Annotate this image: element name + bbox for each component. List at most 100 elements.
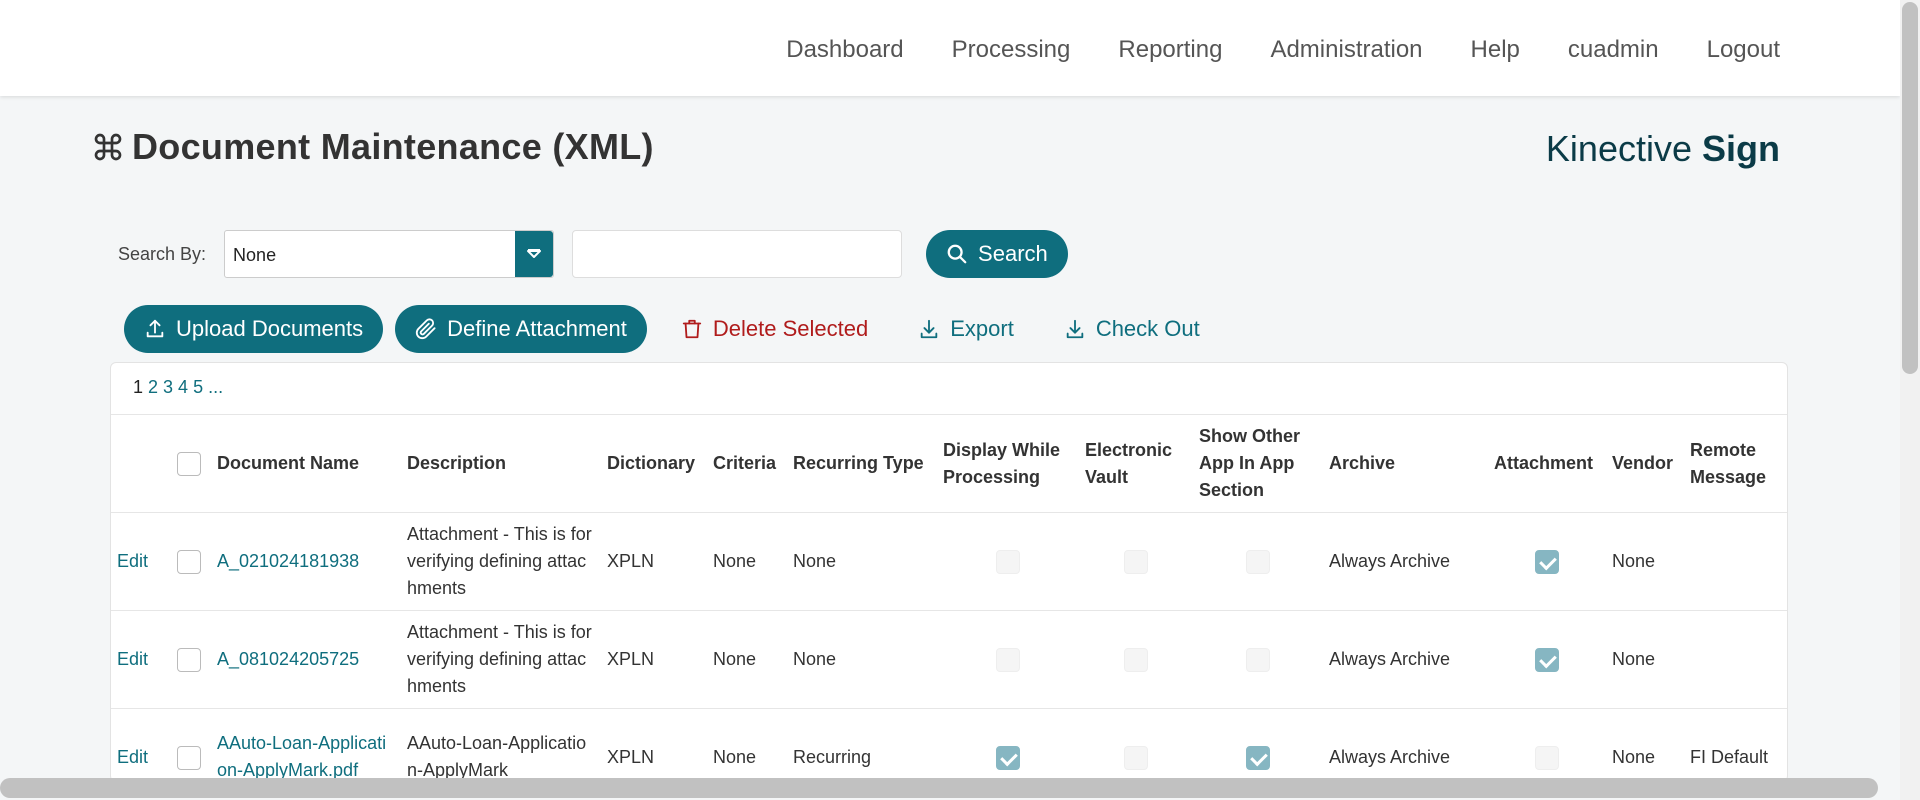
export-label: Export: [950, 316, 1014, 341]
attachment-checkbox: [1535, 746, 1559, 770]
horizontal-scrollbar[interactable]: [0, 778, 1878, 798]
nav-logout[interactable]: Logout: [1707, 36, 1780, 64]
download-icon: [1066, 319, 1084, 339]
electronic-vault-checkbox: [1124, 746, 1148, 770]
attachment-cell: [1488, 708, 1606, 781]
remote-message-cell: [1684, 610, 1787, 709]
display-while-processing-cell: [937, 512, 1079, 611]
trash-icon: [682, 319, 702, 339]
attachment-cell: [1488, 512, 1606, 611]
search-by-value: None: [233, 245, 277, 265]
show-other-app-cell: [1193, 708, 1323, 781]
nav-dashboard[interactable]: Dashboard: [786, 36, 903, 64]
archive-cell: Always Archive: [1323, 610, 1488, 709]
header-description[interactable]: Description: [401, 415, 601, 513]
check-out-button[interactable]: Check Out: [1064, 316, 1200, 342]
table-row: Edit A_021024181938 Attachment - This is…: [111, 512, 1787, 611]
description-cell: Attachment - This is for verifying defin…: [401, 610, 601, 709]
show-other-app-cell: [1193, 610, 1323, 709]
brand-suffix: Sign: [1702, 128, 1780, 169]
action-toolbar: Upload Documents Define Attachment Delet…: [124, 305, 1228, 353]
nav-administration[interactable]: Administration: [1270, 36, 1422, 64]
vertical-scrollbar-track: [1900, 0, 1920, 800]
row-select: [171, 512, 211, 611]
electronic-vault-cell: [1079, 708, 1193, 781]
edit-link[interactable]: Edit: [111, 708, 171, 781]
criteria-cell: None: [707, 610, 787, 709]
nav-processing[interactable]: Processing: [952, 36, 1071, 64]
page-link-more[interactable]: ...: [208, 377, 223, 400]
define-attachment-button[interactable]: Define Attachment: [395, 305, 647, 353]
header-display-while-processing[interactable]: Display While Processing: [937, 415, 1079, 513]
dictionary-cell: XPLN: [601, 512, 707, 611]
page-header: Document Maintenance (XML): [92, 126, 654, 168]
attachment-cell: [1488, 610, 1606, 709]
search-icon: [947, 244, 967, 264]
header-recurring-type[interactable]: Recurring Type: [787, 415, 937, 513]
edit-link[interactable]: Edit: [111, 610, 171, 709]
search-button[interactable]: Search: [926, 230, 1068, 278]
nav-help[interactable]: Help: [1471, 36, 1520, 64]
description-cell: Attachment - This is for verifying defin…: [401, 512, 601, 611]
page-link-5[interactable]: 5: [193, 377, 203, 400]
edit-link[interactable]: Edit: [111, 512, 171, 611]
row-checkbox[interactable]: [177, 550, 201, 575]
header-electronic-vault[interactable]: Electronic Vault: [1079, 415, 1193, 513]
page-link-3[interactable]: 3: [163, 377, 173, 400]
dictionary-cell: XPLN: [601, 610, 707, 709]
row-checkbox[interactable]: [177, 746, 201, 770]
page-link-1[interactable]: 1: [133, 377, 143, 400]
chevron-down-icon[interactable]: [515, 231, 554, 277]
search-by-select[interactable]: None: [224, 230, 555, 278]
attachment-checkbox: [1535, 550, 1559, 575]
command-icon: [94, 133, 122, 161]
header-attachment[interactable]: Attachment: [1488, 415, 1606, 513]
header-select: [171, 415, 211, 513]
vertical-scrollbar[interactable]: [1902, 2, 1918, 374]
pagination: 1 2 3 4 5 ...: [111, 363, 1787, 415]
table-row: Edit A_081024205725 Attachment - This is…: [111, 610, 1787, 709]
header-remote-message[interactable]: Remote Message: [1684, 415, 1787, 513]
top-navbar: Dashboard Processing Reporting Administr…: [0, 0, 1900, 96]
row-checkbox[interactable]: [177, 648, 201, 673]
remote-message-cell: FI Default: [1684, 708, 1787, 781]
header-document-name[interactable]: Document Name: [211, 415, 401, 513]
document-name-link[interactable]: A_081024205725: [211, 610, 401, 709]
documents-table: Document Name Description Dictionary Cri…: [111, 415, 1787, 781]
row-select: [171, 708, 211, 781]
page-link-4[interactable]: 4: [178, 377, 188, 400]
export-button[interactable]: Export: [918, 316, 1014, 342]
vendor-cell: None: [1606, 512, 1684, 611]
delete-selected-button[interactable]: Delete Selected: [681, 316, 868, 342]
upload-documents-label: Upload Documents: [176, 316, 364, 341]
define-attachment-label: Define Attachment: [447, 316, 627, 341]
archive-cell: Always Archive: [1323, 512, 1488, 611]
nav-menu: Dashboard Processing Reporting Administr…: [738, 36, 1780, 64]
search-by-label: Search By:: [118, 243, 207, 264]
header-dictionary[interactable]: Dictionary: [601, 415, 707, 513]
header-criteria[interactable]: Criteria: [707, 415, 787, 513]
document-name-link[interactable]: A_021024181938: [211, 512, 401, 611]
upload-documents-button[interactable]: Upload Documents: [124, 305, 384, 353]
search-input[interactable]: [572, 230, 903, 278]
page-link-2[interactable]: 2: [148, 377, 158, 400]
select-all-checkbox[interactable]: [177, 452, 201, 477]
brand-name: Kinective: [1545, 128, 1702, 169]
remote-message-cell: [1684, 512, 1787, 611]
header-vendor[interactable]: Vendor: [1606, 415, 1684, 513]
nav-reporting[interactable]: Reporting: [1118, 36, 1222, 64]
header-archive[interactable]: Archive: [1323, 415, 1488, 513]
dictionary-cell: XPLN: [601, 708, 707, 781]
row-select: [171, 610, 211, 709]
upload-icon: [146, 319, 164, 338]
display-while-processing-checkbox: [996, 746, 1020, 770]
nav-user[interactable]: cuadmin: [1568, 36, 1659, 64]
header-edit: [111, 415, 171, 513]
electronic-vault-checkbox: [1124, 550, 1148, 575]
document-name-link[interactable]: AAuto-Loan-Application-ApplyMark.pdf: [211, 708, 401, 781]
header-show-other-app[interactable]: Show Other App In App Section: [1193, 415, 1323, 513]
show-other-app-checkbox: [1246, 550, 1270, 575]
electronic-vault-checkbox: [1124, 648, 1148, 673]
page-title: Document Maintenance (XML): [132, 126, 654, 167]
search-bar: Search By: None Search: [118, 230, 1068, 278]
